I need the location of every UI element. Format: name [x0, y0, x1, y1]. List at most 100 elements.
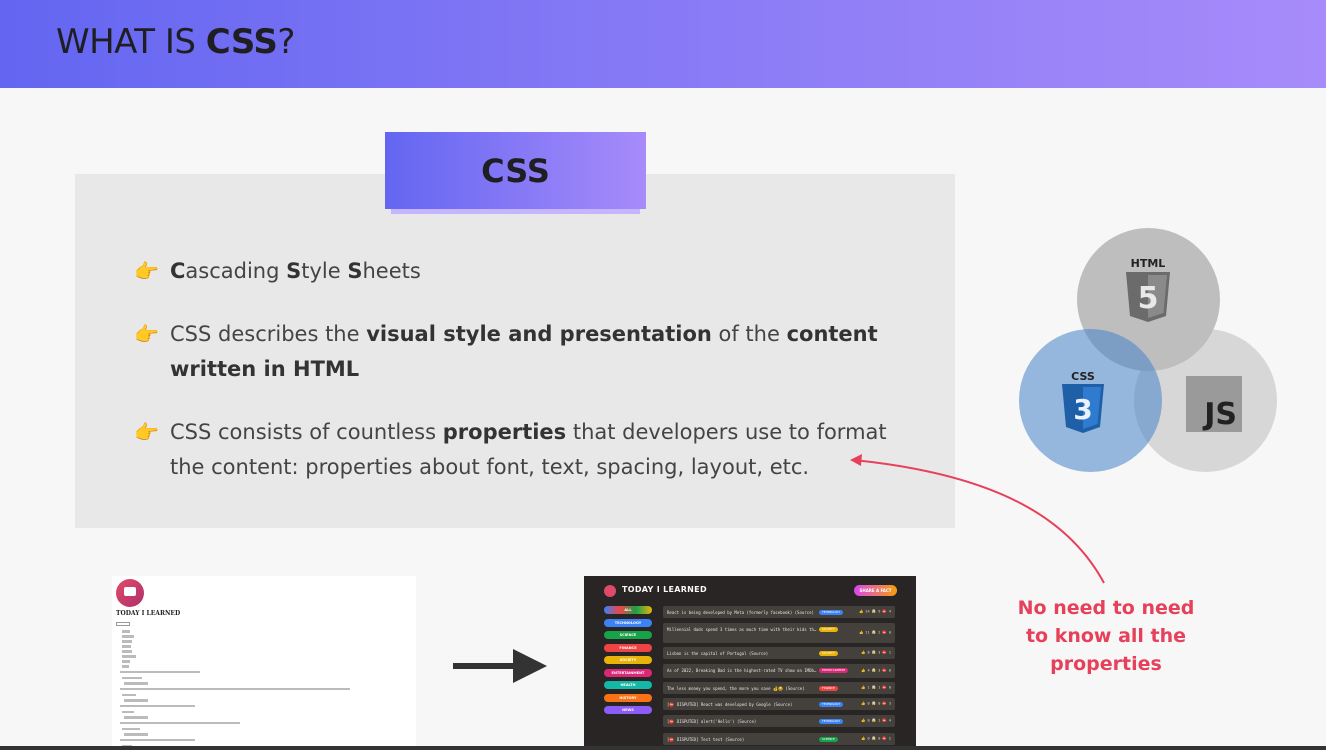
- js-icon: JS: [1186, 376, 1242, 432]
- doc-line: [124, 682, 148, 685]
- doc-line: [122, 635, 134, 638]
- doc-line: [122, 640, 132, 643]
- doc-line: [120, 688, 350, 690]
- fact-text: [⛔ DISPUTED] alert('Hello') (Source): [667, 718, 757, 724]
- bullet-1: 👉 Cascading Style Sheets: [134, 254, 890, 289]
- doc-line: [120, 671, 200, 673]
- fact-item: React is being developed by Meta (former…: [663, 606, 895, 618]
- doc-line: [122, 665, 129, 668]
- doc-line: [122, 660, 130, 663]
- doc-line: [122, 655, 136, 658]
- app-logo-icon: [604, 585, 616, 597]
- fact-category-tag: TECHNOLOGY: [819, 718, 844, 724]
- pointing-hand-icon: 👉: [134, 259, 159, 283]
- arrow-right-icon: [453, 649, 547, 683]
- fact-text: [⛔ DISPUTED] React was developed by Goog…: [667, 701, 793, 707]
- vote-buttons[interactable]: 👍 4 🤯 3 ⛔ 0: [861, 669, 891, 674]
- doc-line: [120, 705, 195, 707]
- fact-text: React is being developed by Meta (former…: [667, 609, 814, 615]
- bullet-3: 👉 CSS consists of countless properties t…: [134, 415, 890, 485]
- fact-item: Lisbon is the capital of Portugal (Sourc…: [663, 647, 895, 659]
- text-run: of the: [711, 322, 787, 346]
- doc-line: [124, 716, 148, 719]
- vote-buttons[interactable]: 👍 0 🤯 1 ⛔ 4: [861, 719, 891, 724]
- html5-icon: HTML 5: [1122, 256, 1174, 328]
- css-tag-label: CSS: [481, 151, 550, 190]
- bold-text: visual style and presentation: [366, 322, 712, 346]
- pointing-hand-icon: 👉: [134, 322, 159, 346]
- text-run: ascading: [185, 259, 287, 283]
- fact-category-tag: FINANCE: [819, 685, 838, 691]
- text-run: heets: [362, 259, 421, 283]
- fact-text: Millennial dads spend 3 times as much ti…: [667, 626, 817, 632]
- fact-item: As of 2022, Breaking Bad is the highest-…: [663, 664, 895, 678]
- fact-category-tag: TECHNOLOGY: [819, 701, 844, 707]
- slide-title: WHAT IS CSS?: [56, 22, 295, 62]
- doc-line: [122, 711, 134, 713]
- category-health-button[interactable]: HEALTH: [604, 681, 652, 689]
- svg-text:3: 3: [1073, 393, 1092, 426]
- vote-buttons[interactable]: 👍 0 🤯 0 ⛔ 3: [861, 702, 891, 707]
- fact-text: Lisbon is the capital of Portugal (Sourc…: [667, 650, 769, 656]
- category-all-button[interactable]: ALL: [604, 606, 652, 614]
- fact-item: [⛔ DISPUTED] React was developed by Goog…: [663, 698, 895, 710]
- vote-buttons[interactable]: 👍 1 🤯 1 ⛔ 0: [861, 686, 891, 691]
- doc-line: [122, 677, 142, 679]
- svg-text:HTML: HTML: [1131, 257, 1166, 270]
- bullet-3-text: CSS consists of countless properties tha…: [170, 415, 890, 485]
- doc-line: [120, 739, 195, 741]
- text-run: CSS consists of countless: [170, 420, 443, 444]
- category-science-button[interactable]: SCIENCE: [604, 631, 652, 639]
- fact-category-tag: SCIENCE: [819, 736, 838, 742]
- fact-category-tag: ENTERTAINMENT: [819, 667, 849, 673]
- bullet-2: 👉 CSS describes the visual style and pre…: [134, 317, 890, 387]
- fact-text: As of 2022, Breaking Bad is the highest-…: [667, 667, 817, 673]
- fact-item: [⛔ DISPUTED] Test test (Source) SCIENCE 👍 …: [663, 733, 895, 745]
- bullet-2-text: CSS describes the visual style and prese…: [170, 317, 890, 387]
- curved-arrow: [850, 454, 1105, 584]
- svg-text:5: 5: [1138, 281, 1159, 316]
- vote-buttons[interactable]: 👍 0 🤯 0 ⛔ 2: [861, 737, 891, 742]
- doc-line: [122, 645, 131, 648]
- doc-button: [116, 622, 130, 626]
- doc-line: [122, 694, 136, 696]
- text-run: tyle: [301, 259, 348, 283]
- fact-item: The less money you spend, the more you s…: [663, 682, 895, 694]
- unstyled-page-screenshot: TODAY I LEARNED: [112, 576, 416, 750]
- category-entertainment-button[interactable]: ENTERTAINMENT: [604, 668, 652, 677]
- text-run: CSS describes the: [170, 322, 367, 346]
- bullet-1-text: Cascading Style Sheets: [170, 254, 890, 289]
- styled-app-screenshot: TODAY I LEARNED SHARE A FACT ALL TECHNOLO…: [584, 576, 916, 750]
- vote-buttons[interactable]: 👍 24 🤯 9 ⛔ 4: [859, 610, 891, 615]
- css-tag: CSS: [385, 132, 646, 209]
- fact-category-tag: TECHNOLOGY: [819, 609, 844, 615]
- bold-text: S: [347, 259, 363, 283]
- fact-text: [⛔ DISPUTED] Test test (Source): [667, 736, 745, 742]
- category-finance-button[interactable]: FINANCE: [604, 643, 652, 652]
- category-society-button[interactable]: SOCIETY: [604, 656, 652, 664]
- svg-text:CSS: CSS: [1071, 370, 1095, 383]
- category-news-button[interactable]: NEWS: [604, 706, 652, 714]
- doc-line: [122, 630, 130, 633]
- vote-buttons[interactable]: 👍 11 🤯 2 ⛔ 0: [859, 631, 891, 636]
- fact-item: Millennial dads spend 3 times as much ti…: [663, 623, 895, 643]
- doc-line: [124, 699, 148, 702]
- doc-line: [120, 722, 240, 724]
- fact-category-tag: SOCIETY: [819, 626, 838, 632]
- doc-title: TODAY I LEARNED: [116, 610, 181, 617]
- bold-text: properties: [442, 420, 567, 444]
- category-history-button[interactable]: HISTORY: [604, 693, 652, 702]
- doc-line: [122, 728, 140, 730]
- share-fact-button[interactable]: SHARE A FACT: [854, 585, 897, 596]
- annotation-note: No need to need to know all the properti…: [1017, 597, 1195, 675]
- fact-text: The less money you spend, the more you s…: [667, 685, 805, 691]
- css3-icon: CSS 3: [1058, 369, 1108, 439]
- slide-header: WHAT IS CSS?: [0, 0, 1326, 88]
- bold-text: S: [286, 259, 302, 283]
- app-title: TODAY I LEARNED: [622, 585, 707, 594]
- bold-text: C: [170, 259, 186, 283]
- category-technology-button[interactable]: TECHNOLOGY: [604, 618, 652, 627]
- doc-line: [122, 650, 132, 653]
- vote-buttons[interactable]: 👍 8 🤯 3 ⛔ 1: [861, 651, 891, 656]
- doc-line: [124, 733, 148, 736]
